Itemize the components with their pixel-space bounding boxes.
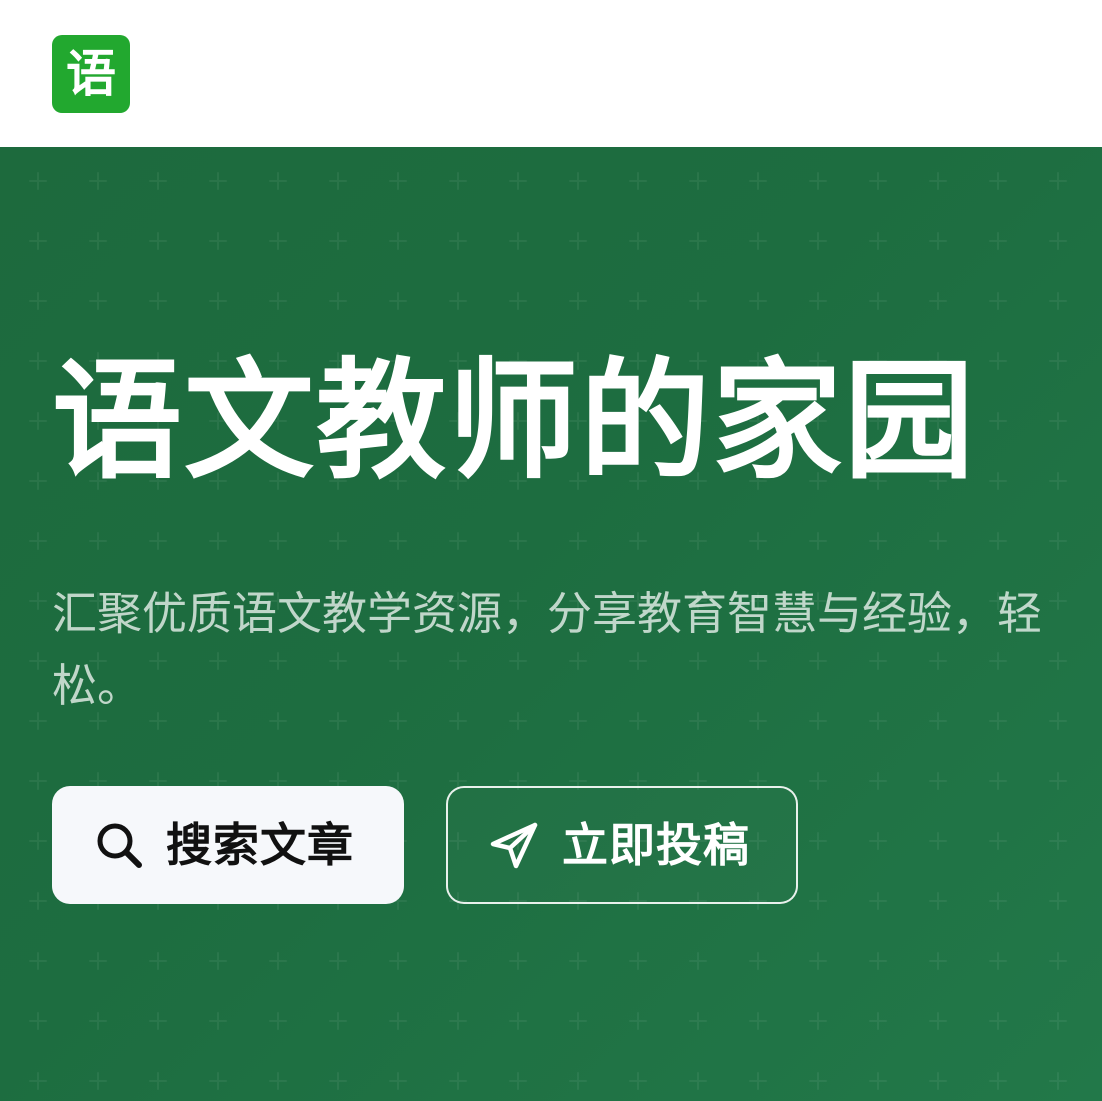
hero-banner: 语文教师的家园 汇聚优质语文教学资源，分享教育智慧与经验，轻松。 搜索文章 立即… [0, 147, 1102, 1101]
submit-article-label: 立即投稿 [562, 818, 750, 872]
app-logo[interactable]: 语 [52, 35, 130, 113]
hero-subtitle: 汇聚优质语文教学资源，分享教育智慧与经验，轻松。 [52, 587, 1043, 712]
top-header: 语 [0, 0, 1102, 147]
search-articles-label: 搜索文章 [166, 818, 354, 872]
search-icon [92, 818, 146, 872]
submit-article-button[interactable]: 立即投稿 [446, 786, 798, 904]
paper-plane-icon [486, 817, 542, 873]
page: 语 语文教师的家园 汇聚优质语文教学资源，分享教育智慧与经验，轻松。 搜索文章 [0, 0, 1102, 1101]
hero-title: 语文教师的家园 [52, 345, 977, 497]
search-articles-button[interactable]: 搜索文章 [52, 786, 404, 904]
